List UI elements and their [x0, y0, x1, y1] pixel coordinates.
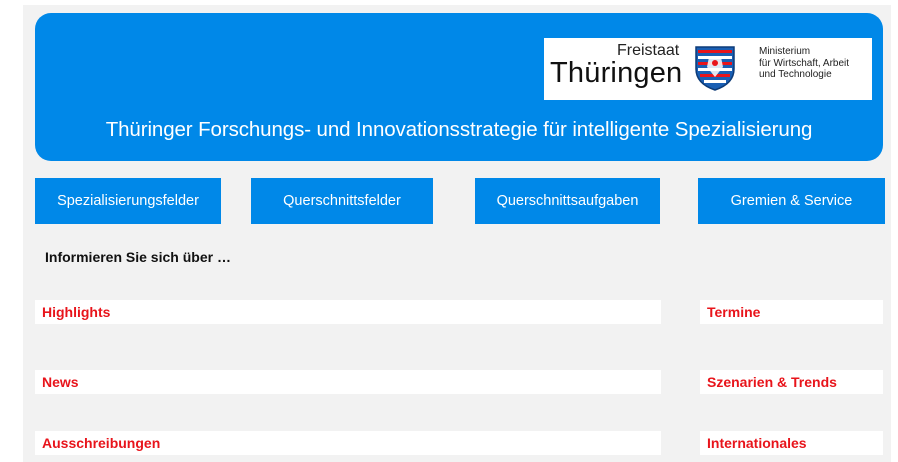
header-banner: Freistaat Thüringen Ministerium für Wirt…	[35, 13, 883, 161]
ministry-logo[interactable]: Freistaat Thüringen Ministerium für Wirt…	[544, 38, 872, 100]
section-link-highlights[interactable]: Highlights	[35, 300, 661, 324]
section-link-ausschreibungen[interactable]: Ausschreibungen	[35, 431, 661, 455]
nav-button-spezialisierungsfelder[interactable]: Spezialisierungsfelder	[35, 178, 221, 224]
intro-heading: Informieren Sie sich über …	[45, 249, 231, 265]
section-link-termine[interactable]: Termine	[700, 300, 883, 324]
nav-button-gremien-service[interactable]: Gremien & Service	[698, 178, 885, 224]
section-link-news[interactable]: News	[35, 370, 661, 394]
logo-ministry-line: Ministerium	[759, 46, 811, 57]
section-link-szenarien-trends[interactable]: Szenarien & Trends	[700, 370, 883, 394]
nav-button-querschnittsfelder[interactable]: Querschnittsfelder	[251, 178, 433, 224]
logo-ministry-name: Ministerium für Wirtschaft, Arbeit und T…	[759, 46, 849, 81]
logo-ministry-line: und Technologie	[759, 69, 832, 80]
nav-button-querschnittsaufgaben[interactable]: Querschnittsaufgaben	[475, 178, 660, 224]
logo-ministry-line: für Wirtschaft, Arbeit	[759, 57, 850, 69]
section-link-internationales[interactable]: Internationales	[700, 431, 883, 455]
page-title: Thüringer Forschungs- und Innovationsstr…	[105, 118, 813, 141]
logo-thueringen-text: Thüringen	[550, 57, 683, 89]
thuringia-coat-of-arms-icon	[695, 46, 735, 91]
